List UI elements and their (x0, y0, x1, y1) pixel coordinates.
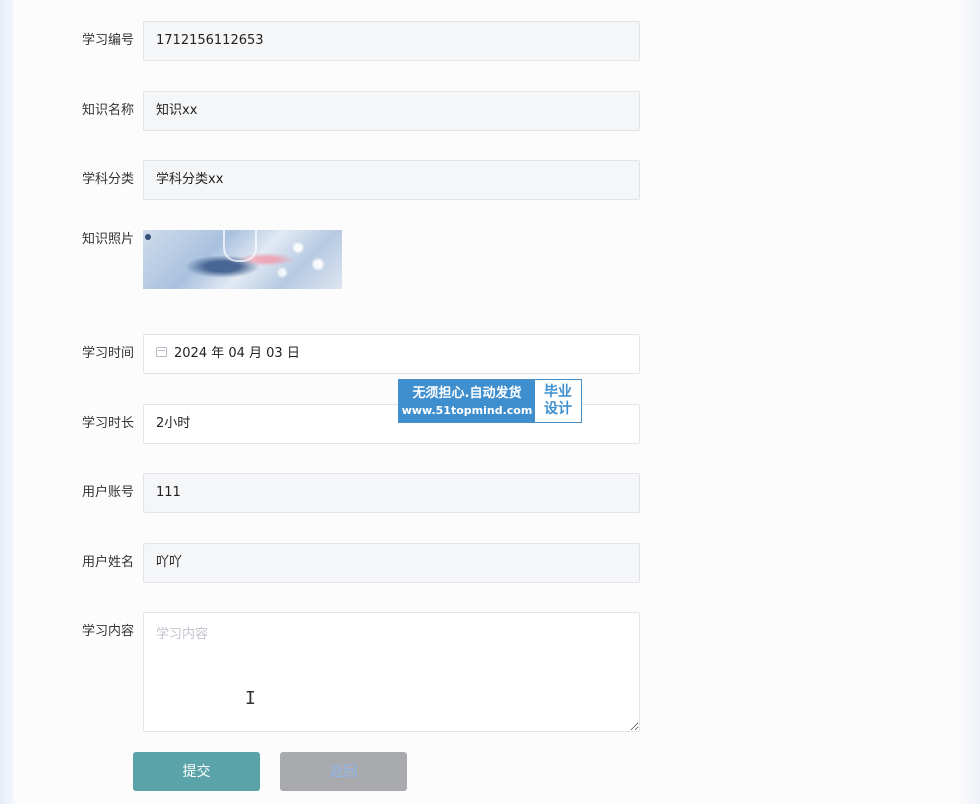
user-name-label: 用户姓名 (81, 555, 134, 570)
study-duration-label: 学习时长 (81, 416, 134, 431)
photo-glass-shape (223, 230, 257, 262)
watermark-badge: 无须担心.自动发货 www.51topmind.com 毕业 设计 (398, 379, 582, 423)
text-cursor-icon: I (245, 688, 256, 709)
submit-button[interactable]: 提交 (133, 752, 260, 791)
user-name-field[interactable]: 吖吖 (143, 543, 640, 583)
photo-dot-shape (145, 234, 151, 240)
knowledge-photo-label: 知识照片 (81, 232, 134, 247)
watermark-url: www.51topmind.com (401, 403, 533, 417)
knowledge-name-field[interactable]: 知识xx (143, 91, 640, 131)
study-record-form: 学习编号 1712156112653 知识名称 知识xx 学科分类 学科分类xx… (0, 0, 980, 804)
watermark-right-block: 毕业 设计 (535, 380, 581, 422)
watermark-right-bottom: 设计 (544, 401, 572, 417)
user-account-field[interactable]: 111 (143, 473, 640, 513)
study-content-textarea[interactable] (143, 612, 640, 732)
knowledge-photo-image[interactable] (143, 230, 342, 289)
watermark-right-top: 毕业 (544, 384, 572, 400)
knowledge-name-label: 知识名称 (81, 103, 134, 118)
study-time-date-picker[interactable]: 2024 年 04 月 03 日 (143, 334, 640, 374)
subject-category-label: 学科分类 (81, 172, 134, 187)
user-account-label: 用户账号 (81, 485, 134, 500)
calendar-icon (156, 347, 167, 357)
study-id-label: 学习编号 (81, 33, 134, 48)
back-button[interactable]: 返回 (280, 752, 407, 791)
study-content-label: 学习内容 (81, 624, 134, 639)
study-id-field[interactable]: 1712156112653 (143, 21, 640, 61)
study-time-label: 学习时间 (81, 346, 134, 361)
study-time-value: 2024 年 04 月 03 日 (174, 346, 300, 361)
subject-category-field[interactable]: 学科分类xx (143, 160, 640, 200)
watermark-slogan: 无须担心.自动发货 (412, 385, 522, 401)
watermark-left-block: 无须担心.自动发货 www.51topmind.com (399, 380, 535, 422)
